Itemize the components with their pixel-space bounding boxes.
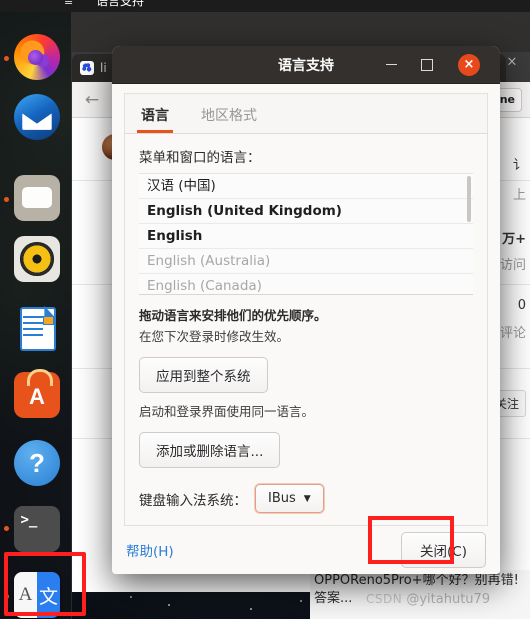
dock-item-thunderbird[interactable] — [14, 94, 60, 140]
keyboard-input-method-select[interactable]: IBus ▼ — [255, 484, 324, 513]
language-list-scrollbar[interactable] — [467, 176, 471, 222]
list-item[interactable]: English (Canada) — [139, 274, 473, 294]
dock-item-files[interactable] — [14, 175, 60, 221]
keyboard-input-method-label: 键盘输入法系统： — [139, 492, 247, 509]
gnome-top-bar: ≡ 语言支持 — [0, 0, 530, 12]
dock-item-software[interactable] — [14, 369, 60, 418]
dock-item-terminal[interactable] — [14, 506, 60, 552]
minimize-icon[interactable] — [380, 54, 402, 76]
drag-priority-hint: 拖动语言来安排他们的优先顺序。 — [139, 308, 327, 323]
browser-tab-label: li — [100, 61, 107, 75]
apply-system-wide-button[interactable]: 应用到整个系统 — [139, 357, 268, 393]
install-remove-languages-button[interactable]: 添加或删除语言... — [139, 432, 281, 468]
desktop-screen: ≡ 语言支持 li × ← dn.ne ： 讠 上 万+ 访问 0 评 — [0, 0, 530, 619]
language-list[interactable]: 汉语 (中国) English (United Kingdom) English… — [139, 173, 473, 295]
libreoffice-writer-icon — [14, 304, 60, 352]
next-login-hint: 在您下次登录时修改生效。 — [139, 329, 290, 344]
article-line-1: OPPOReno5Pro+哪个好？别再错! — [314, 573, 519, 588]
dock-item-writer[interactable] — [14, 304, 60, 352]
running-indicator-files — [4, 197, 9, 202]
baidu-favicon-icon — [80, 61, 94, 75]
maximize-icon[interactable] — [416, 54, 438, 76]
back-icon[interactable]: ← — [72, 90, 112, 110]
tab-language[interactable]: 语言 — [125, 105, 185, 133]
page-fragment-char: 讠 — [512, 158, 526, 173]
csdn-watermark: CSDN @yitahutu79 — [366, 590, 490, 609]
language-support-dialog[interactable]: 语言支持 × 语言 地区格式 菜单和窗口的语言： 汉语 (中国) English… — [112, 46, 500, 574]
close-icon-glyph: × — [463, 57, 475, 72]
dock-item-rhythmbox[interactable] — [14, 236, 60, 282]
dialog-titlebar[interactable]: 语言支持 × — [112, 46, 500, 84]
close-button[interactable]: 关闭(C) — [401, 532, 486, 568]
running-indicator-input-method — [4, 594, 9, 599]
tab-close-icon[interactable]: × — [504, 55, 520, 70]
dialog-title: 语言支持 — [278, 57, 334, 74]
tab-regional-formats[interactable]: 地区格式 — [185, 105, 273, 133]
article-line-2: 答案... — [314, 591, 353, 606]
csdn-logo-text: CSDN — [366, 592, 403, 606]
files-folder-icon — [14, 175, 60, 221]
terminal-prompt-icon — [14, 506, 60, 552]
running-indicator-firefox — [4, 56, 9, 61]
firefox-icon — [14, 34, 60, 80]
dialog-content: 菜单和窗口的语言： 汉语 (中国) English (United Kingdo… — [124, 134, 488, 526]
thunderbird-icon — [14, 94, 60, 140]
dock-item-input-method[interactable]: A 文 — [14, 572, 60, 618]
list-item[interactable]: English (United Kingdom) — [139, 199, 473, 224]
activities-menu-icon[interactable]: ≡ — [64, 0, 73, 8]
list-item[interactable]: English — [139, 224, 473, 249]
ubuntu-software-bag-icon — [14, 369, 60, 418]
list-item[interactable]: English (Australia) — [139, 249, 473, 274]
rhythmbox-speaker-icon — [14, 236, 60, 282]
dock-item-firefox[interactable] — [14, 34, 60, 80]
dialog-tabstrip: 语言 地区格式 — [124, 93, 488, 134]
keyboard-input-method-row: 键盘输入法系统： IBus ▼ — [139, 484, 473, 513]
ubuntu-dock: A 文 — [0, 12, 72, 619]
running-indicator-terminal — [4, 526, 9, 531]
dialog-body: 语言 地区格式 菜单和窗口的语言： 汉语 (中国) English (Unite… — [112, 84, 500, 574]
dialog-footer: 帮助(H) 关闭(C) — [112, 526, 500, 574]
list-item[interactable]: 汉语 (中国) — [139, 174, 473, 199]
input-method-language-icon: A 文 — [14, 572, 60, 618]
keyboard-input-method-value: IBus — [268, 491, 296, 506]
chevron-down-icon: ▼ — [303, 493, 311, 504]
apply-system-wide-note: 启动和登录界面使用同一语言。 — [139, 404, 315, 419]
help-link[interactable]: 帮助(H) — [126, 540, 174, 560]
article-snippet: OPPOReno5Pro+哪个好？别再错! 答案... CSDN @yitahu… — [310, 570, 530, 619]
input-method-icon-cjk-glyph: 文 — [37, 572, 60, 618]
menus-and-windows-label: 菜单和窗口的语言： — [139, 150, 261, 166]
top-bar-app-title: 语言支持 — [96, 0, 145, 8]
help-question-icon — [14, 440, 60, 486]
input-method-icon-latin-glyph: A — [14, 572, 37, 618]
csdn-watermark-user: @yitahutu79 — [406, 592, 491, 607]
dock-item-help[interactable] — [14, 440, 60, 486]
close-icon[interactable]: × — [458, 53, 480, 76]
